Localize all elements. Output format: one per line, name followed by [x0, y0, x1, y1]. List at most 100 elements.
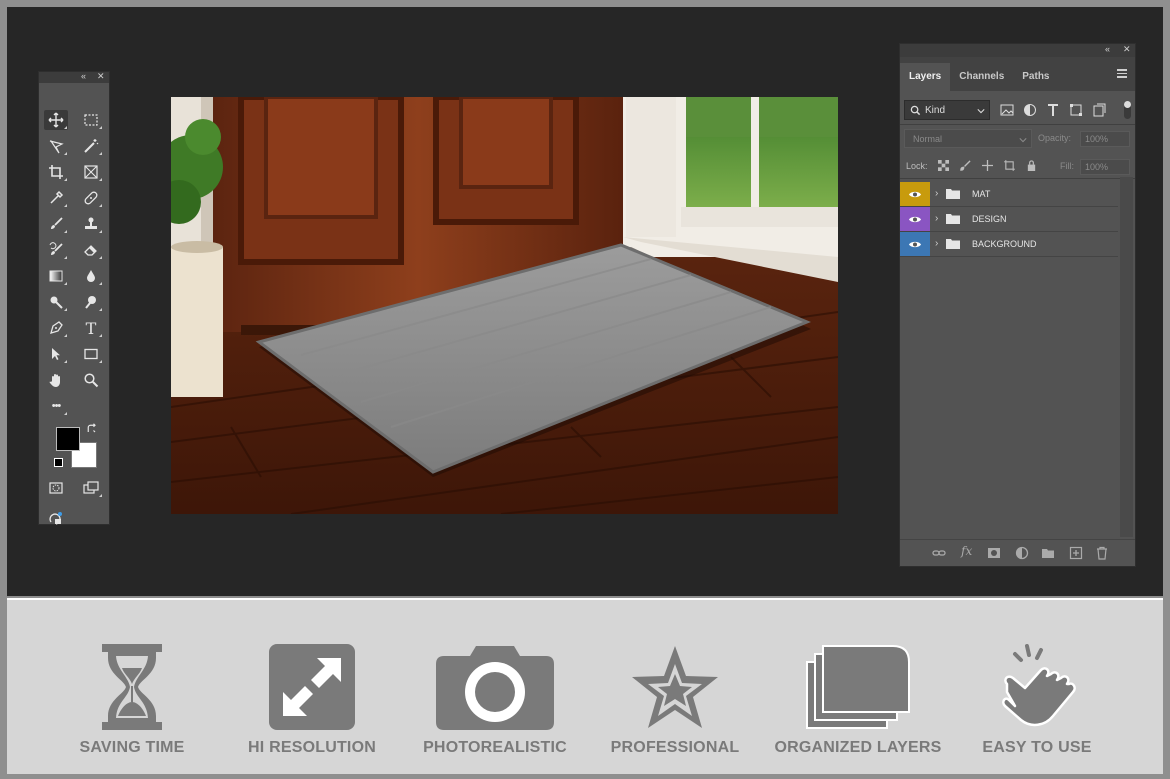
- blend-mode-label: Normal: [913, 134, 943, 144]
- layer-row-background[interactable]: › BACKGROUND: [900, 232, 1118, 257]
- lock-all-icon[interactable]: [1026, 160, 1037, 171]
- collapse-icon[interactable]: «: [81, 71, 86, 81]
- healing-icon[interactable]: [79, 188, 103, 208]
- feature-label: EASY TO USE: [982, 739, 1092, 756]
- lock-transparency-icon[interactable]: [938, 160, 949, 171]
- folder-icon: [946, 214, 960, 224]
- blend-mode-select[interactable]: Normal: [904, 129, 1032, 148]
- tab-paths[interactable]: Paths: [1013, 63, 1058, 91]
- smart-object-filter-icon[interactable]: [1092, 103, 1106, 117]
- group-icon[interactable]: [1041, 546, 1055, 560]
- hand-icon[interactable]: [44, 370, 68, 390]
- mask-icon[interactable]: [987, 546, 1001, 560]
- close-icon[interactable]: ✕: [1123, 44, 1131, 55]
- adjustment-icon[interactable]: [1015, 546, 1029, 560]
- fill-label: Fill:: [1060, 161, 1074, 171]
- tab-channels[interactable]: Channels: [950, 63, 1013, 91]
- lock-label: Lock:: [906, 161, 928, 171]
- fill-field[interactable]: 100%: [1080, 159, 1130, 175]
- layer-name: DESIGN: [972, 214, 1007, 224]
- expand-chevron-icon[interactable]: ›: [935, 238, 938, 249]
- feature-saving-time: SAVING TIME: [47, 644, 217, 756]
- feature-photorealistic: PHOTOREALISTIC: [410, 644, 580, 756]
- opacity-value: 100%: [1085, 134, 1109, 144]
- tab-layers[interactable]: Layers: [900, 63, 951, 91]
- brush-icon[interactable]: [44, 214, 68, 234]
- more-icon[interactable]: •••: [44, 396, 68, 416]
- visibility-eye-icon[interactable]: [900, 232, 930, 256]
- dodge-icon[interactable]: [44, 292, 68, 312]
- edit-toolbar-icon[interactable]: [44, 508, 68, 528]
- visibility-eye-icon[interactable]: [900, 207, 930, 231]
- path-select-icon[interactable]: [44, 344, 68, 364]
- foreground-color-swatch[interactable]: [56, 427, 80, 451]
- eyedropper-icon[interactable]: [44, 188, 68, 208]
- type-icon[interactable]: T: [79, 318, 103, 338]
- close-icon[interactable]: ✕: [97, 71, 105, 82]
- feature-label: PROFESSIONAL: [610, 739, 740, 756]
- chevron-down-icon: [1019, 138, 1027, 143]
- layer-name: BACKGROUND: [972, 239, 1037, 249]
- layers-scrollbar[interactable]: [1120, 177, 1133, 537]
- fill-value: 100%: [1085, 162, 1109, 172]
- lock-position-icon[interactable]: [982, 160, 993, 171]
- feature-label: ORGANIZED LAYERS: [774, 739, 942, 756]
- folder-icon: [946, 239, 960, 249]
- tools-panel-header[interactable]: « ✕: [39, 71, 109, 83]
- panel-menu-icon[interactable]: [1117, 69, 1127, 80]
- layer-row-design[interactable]: › DESIGN: [900, 207, 1118, 232]
- feature-professional: PROFESSIONAL: [590, 644, 760, 756]
- layers-panel-header[interactable]: « ✕: [900, 44, 1135, 57]
- opacity-field[interactable]: 100%: [1080, 131, 1130, 147]
- rectangle-icon[interactable]: [79, 344, 103, 364]
- default-colors-icon[interactable]: [54, 458, 63, 467]
- opacity-label: Opacity:: [1038, 133, 1072, 143]
- new-layer-icon[interactable]: [1069, 546, 1083, 560]
- layers-panel: « ✕ Layers Channels Paths Kind Normal Op: [899, 43, 1136, 567]
- filter-kind-label: Kind: [925, 105, 946, 116]
- magic-wand-icon[interactable]: [79, 136, 103, 156]
- layer-row-mat[interactable]: › MAT: [900, 182, 1118, 207]
- layer-name: MAT: [972, 189, 991, 199]
- blur-icon[interactable]: [79, 266, 103, 286]
- adjustment-filter-icon[interactable]: [1023, 103, 1037, 117]
- filter-kind-select[interactable]: Kind: [904, 100, 990, 120]
- marquee-icon[interactable]: [79, 110, 103, 130]
- link-icon[interactable]: [932, 546, 946, 560]
- burn-icon[interactable]: [79, 292, 103, 312]
- eraser-icon[interactable]: [79, 240, 103, 260]
- swap-icon[interactable]: [85, 422, 99, 436]
- panel-tabs: Layers Channels Paths: [900, 57, 1135, 91]
- feature-hi-resolution: HI RESOLUTION: [227, 644, 397, 756]
- pen-icon[interactable]: [44, 318, 68, 338]
- stamp-icon[interactable]: [79, 214, 103, 234]
- doormat-scene: [171, 97, 838, 514]
- workspace: « ✕ T ••• « ✕ Layers Channels Paths Kind…: [7, 7, 1163, 596]
- expand-chevron-icon[interactable]: ›: [935, 188, 938, 199]
- shape-filter-icon[interactable]: [1069, 103, 1083, 117]
- trash-icon[interactable]: [1095, 546, 1109, 560]
- visibility-eye-icon[interactable]: [900, 182, 930, 206]
- lock-artboard-icon[interactable]: [1004, 160, 1015, 171]
- history-brush-icon[interactable]: [44, 240, 68, 260]
- hourglass-icon: [102, 644, 162, 730]
- move-icon[interactable]: [44, 110, 68, 130]
- features-bar: SAVING TIME HI RESOLUTION PHOTOREALISTIC…: [7, 598, 1163, 774]
- fx-icon[interactable]: fx: [961, 544, 975, 558]
- zoom-icon[interactable]: [79, 370, 103, 390]
- type-filter-icon[interactable]: [1046, 103, 1060, 117]
- gradient-icon[interactable]: [44, 266, 68, 286]
- expand-chevron-icon[interactable]: ›: [935, 213, 938, 224]
- tap-hand-icon: [1002, 644, 1076, 727]
- crop-icon[interactable]: [44, 162, 68, 182]
- pixel-filter-icon[interactable]: [1000, 103, 1014, 117]
- filter-toggle[interactable]: [1124, 101, 1131, 119]
- camera-icon: [436, 646, 554, 730]
- collapse-icon[interactable]: «: [1105, 44, 1110, 54]
- screen-mode-icon[interactable]: [79, 478, 103, 498]
- feature-label: PHOTOREALISTIC: [423, 739, 567, 756]
- frame-icon[interactable]: [79, 162, 103, 182]
- lasso-icon[interactable]: [44, 136, 68, 156]
- lock-pixels-icon[interactable]: [960, 160, 971, 171]
- quick-mask-icon[interactable]: [44, 478, 68, 498]
